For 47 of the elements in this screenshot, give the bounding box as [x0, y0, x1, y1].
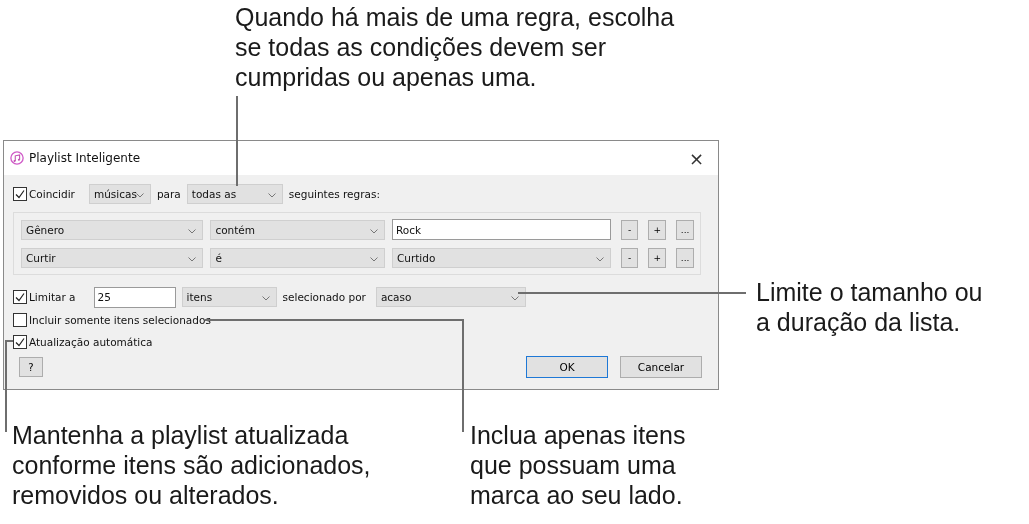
- checkbox[interactable]: [13, 335, 27, 349]
- rule-button[interactable]: ...: [676, 219, 694, 240]
- checkbox[interactable]: [13, 313, 27, 327]
- checkbox[interactable]: [13, 187, 27, 201]
- rule-button[interactable]: -: [620, 248, 639, 268]
- chevron-down-icon: [510, 296, 519, 301]
- close-button[interactable]: ×: [680, 147, 712, 169]
- field-dropdown[interactable]: Gênero: [21, 219, 204, 240]
- field-dropdown[interactable]: Curtir: [21, 248, 204, 268]
- selected-by-label: selecionado por: [282, 291, 366, 303]
- callout-text: Mantenha a playlist atualizada conforme itens são adicionados, removidos ou alterados.: [12, 420, 371, 510]
- operator-dropdown[interactable]: contém: [210, 219, 385, 240]
- music-note-icon: [10, 151, 24, 165]
- order-dropdown[interactable]: acaso: [375, 287, 526, 307]
- chevron-down-icon: [369, 257, 378, 262]
- cancel-button[interactable]: Cancelar: [620, 356, 702, 378]
- rule-button[interactable]: -: [620, 219, 639, 240]
- value-field[interactable]: Rock: [391, 219, 611, 240]
- help-button[interactable]: ?: [19, 357, 43, 377]
- chevron-down-icon: [188, 228, 197, 234]
- callout-text: Inclua apenas itens que possuam uma marca ao seu lado.: [470, 420, 686, 510]
- value-dropdown[interactable]: Curtido: [391, 248, 611, 268]
- callout-text: Quando há mais de uma regra, escolha se todas as condições devem ser cumpridas ou apenas uma.: [235, 2, 675, 92]
- rule-button[interactable]: ...: [676, 248, 694, 268]
- ok-button[interactable]: OK: [526, 356, 608, 378]
- chevron-down-icon: [369, 228, 378, 234]
- checkbox-label: Atualização automática: [29, 336, 153, 348]
- unit-dropdown[interactable]: itens: [181, 287, 277, 307]
- chevron-down-icon: [267, 193, 276, 198]
- limit-field[interactable]: 25: [93, 286, 176, 308]
- checkbox-label: Limitar a: [29, 291, 76, 303]
- rules-label: seguintes regras:: [288, 188, 380, 200]
- chevron-down-icon: [261, 296, 270, 301]
- chevron-down-icon: [135, 193, 144, 198]
- rule-button[interactable]: +: [648, 219, 667, 240]
- scope-dropdown[interactable]: todas as: [186, 184, 283, 204]
- operator-dropdown[interactable]: é: [210, 248, 385, 268]
- media-dropdown[interactable]: músicas: [88, 184, 151, 204]
- checkbox-label: Coincidir: [29, 188, 75, 200]
- para-label: para: [156, 188, 181, 200]
- rule-button[interactable]: +: [648, 248, 667, 268]
- chevron-down-icon: [595, 257, 604, 262]
- window-title: Playlist Inteligente: [29, 151, 141, 165]
- chevron-down-icon: [188, 257, 197, 262]
- checkbox-label: Incluir somente itens selecionados: [29, 314, 211, 326]
- callout-text: Limite o tamanho ou a duração da lista.: [756, 277, 983, 337]
- checkbox[interactable]: [13, 290, 27, 304]
